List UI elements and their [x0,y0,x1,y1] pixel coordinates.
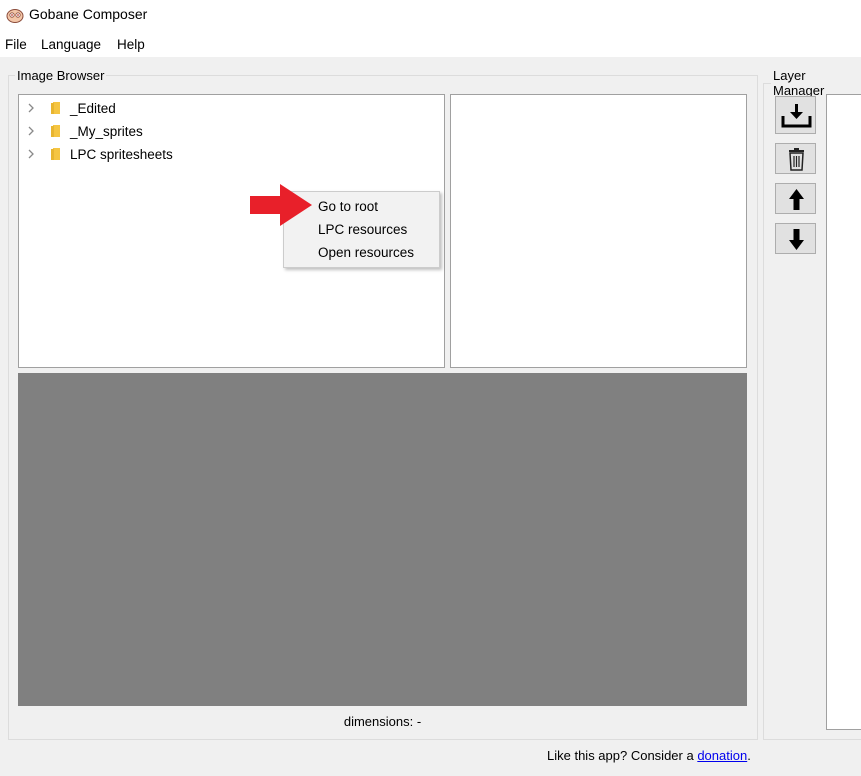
tree-item-my-sprites[interactable]: _My_sprites [19,120,439,143]
image-preview [18,373,747,706]
footer-suffix: . [747,748,751,763]
chevron-right-icon[interactable] [27,126,35,136]
tree-item-label: LPC spritesheets [70,147,173,162]
folder-icon [51,148,60,160]
menu-item-label: Go to root [318,199,379,214]
tree-item-lpc-spritesheets[interactable]: LPC spritesheets [19,143,439,166]
menu-item-open-resources[interactable]: Open resources [284,241,439,264]
layer-list[interactable] [826,94,861,730]
folder-icon [51,125,60,137]
dimensions-label: dimensions: - [343,714,422,729]
import-layer-button[interactable] [775,96,816,134]
menu-item-label: LPC resources [318,222,408,237]
menu-bar: File Language Help [0,30,861,57]
delete-layer-button[interactable] [775,143,816,174]
trash-icon [789,148,804,171]
footer-text: Like this app? Consider a [547,748,698,763]
footer: Like this app? Consider a donation. [547,748,751,763]
chevron-right-icon[interactable] [27,149,35,159]
arrow-up-icon [789,189,804,210]
window-title: Gobane Composer [29,6,148,22]
tree-item-label: _My_sprites [70,124,143,139]
move-layer-down-button[interactable] [775,223,816,254]
menu-item-label: Open resources [318,245,415,260]
app-icon [6,9,24,23]
tree-item-label: _Edited [70,101,116,116]
menu-file[interactable]: File [5,37,27,52]
arrow-down-icon [789,229,804,250]
menu-help[interactable]: Help [117,37,145,52]
folder-icon [51,102,60,114]
chevron-right-icon[interactable] [27,103,35,113]
image-browser-title: Image Browser [15,68,107,83]
donation-link[interactable]: donation [697,748,747,763]
file-list[interactable] [450,94,747,368]
menu-language[interactable]: Language [41,37,101,52]
import-icon [781,104,812,128]
move-layer-up-button[interactable] [775,183,816,214]
tree-item-edited[interactable]: _Edited [19,97,439,120]
annotation-arrow-icon [250,184,312,226]
title-bar: Gobane Composer [0,0,861,30]
